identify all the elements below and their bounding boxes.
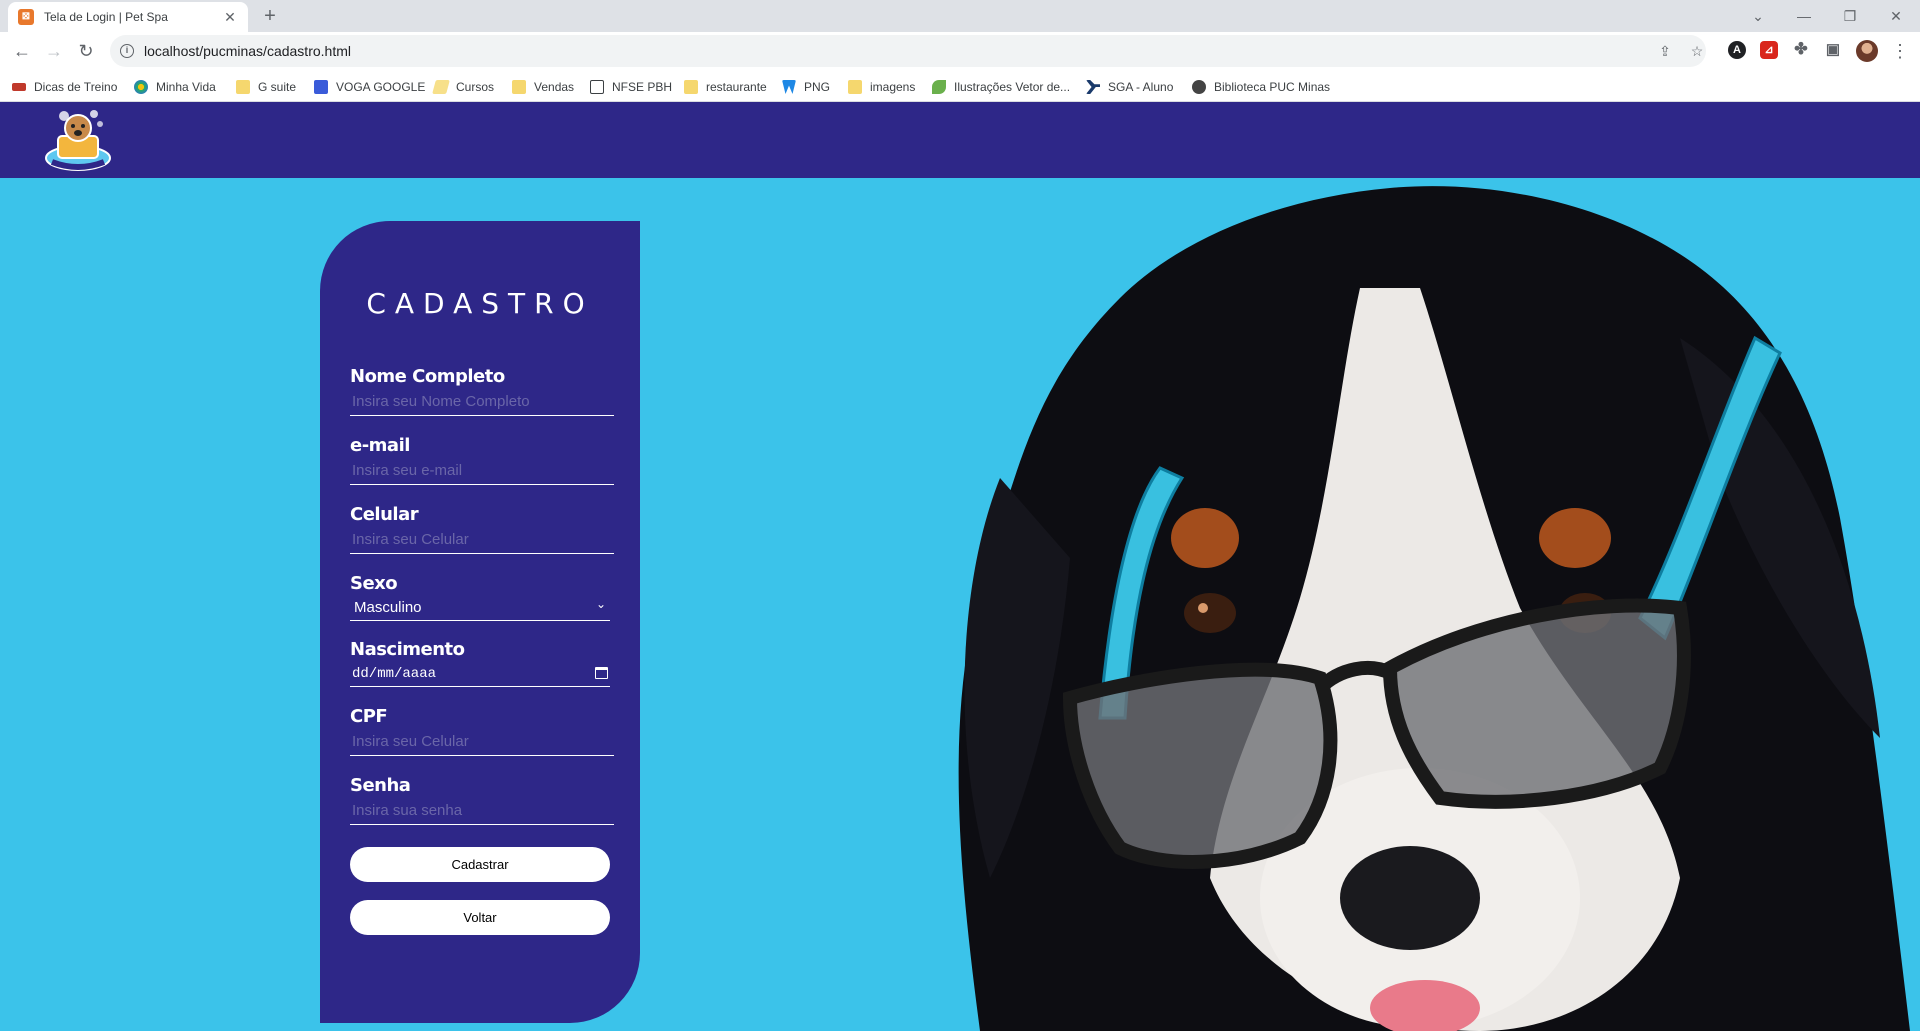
site-header [0,102,1920,178]
bookmark-item[interactable]: Biblioteca PUC Minas [1192,79,1330,95]
calendar-icon[interactable] [595,667,608,679]
tab-search-chevron-icon[interactable]: ⌄ [1746,4,1770,28]
bookmark-item[interactable]: Vendas [512,79,574,95]
bookmark-label: imagens [870,80,916,94]
bookmark-label: VOGA GOOGLE [336,80,426,94]
bookmark-item[interactable]: PNG [782,79,830,95]
xampp-favicon-icon: ⊠ [18,9,34,25]
name-label: Nome Completo [350,366,505,387]
phone-input[interactable] [350,526,614,554]
folder-icon [848,80,862,94]
tab-title: Tela de Login | Pet Spa [44,10,168,24]
red-bookmark-icon [12,83,26,91]
new-tab-icon[interactable]: + [258,4,282,28]
folder-icon [512,80,526,94]
reload-icon[interactable]: ↻ [74,39,98,63]
password-input[interactable] [350,797,614,825]
side-panel-icon[interactable]: ▣ [1824,41,1842,59]
browser-tab-bar: ⊠ Tela de Login | Pet Spa ✕ + ⌄ — ❐ ✕ [0,0,1920,32]
puzzle-extensions-icon[interactable]: ✤ [1792,41,1810,59]
bookmark-item[interactable]: Cursos [432,79,495,95]
form-title: CADASTRO [366,287,594,320]
close-tab-icon[interactable]: ✕ [222,9,238,26]
address-bar[interactable]: i localhost/pucminas/cadastro.html ⇪ ☆ [110,35,1706,67]
cpf-label: CPF [350,706,388,727]
profile-avatar[interactable] [1856,40,1878,62]
cpf-input[interactable] [350,728,614,756]
bookmark-label: PNG [804,80,831,94]
forward-arrow-icon[interactable]: → [42,39,66,63]
bookmark-item[interactable]: Ilustrações Vetor de... [932,79,1070,95]
bookmark-label: Ilustrações Vetor de... [954,80,1071,94]
folder-icon [236,80,250,94]
restore-icon[interactable]: ❐ [1838,4,1862,28]
bookmark-label: Minha Vida [156,80,216,94]
register-button[interactable]: Cadastrar [350,847,610,882]
menu-kebab-icon[interactable]: ⋮ [1888,39,1912,63]
bookmark-label: SGA - Aluno [1108,80,1174,94]
email-label: e-mail [350,435,410,456]
open-folder-icon [432,80,450,94]
minimize-icon[interactable]: — [1792,4,1816,28]
sex-select-value: Masculino [354,599,422,616]
bookmarks-bar: Dicas de Treino Minha Vida G suite VOGA … [0,70,1920,102]
bookmark-item[interactable]: Minha Vida [134,79,216,95]
blue-page-icon [314,80,328,94]
bookmark-label: Biblioteca PUC Minas [1214,80,1331,94]
hero-background [0,178,1920,1031]
close-window-icon[interactable]: ✕ [1884,4,1908,28]
chevron-down-icon: ⌄ [595,597,606,611]
bookmark-item[interactable]: G suite [236,79,296,95]
globe-icon [1192,80,1206,94]
url-text: localhost/pucminas/cadastro.html [144,43,351,59]
pet-spa-logo[interactable] [42,106,114,174]
bookmark-item[interactable]: Dicas de Treino [12,79,117,95]
leaf-icon [932,80,946,94]
bookmark-label: NFSE PBH [612,80,673,94]
sex-select[interactable]: Masculino ⌄ [350,595,610,621]
share-icon[interactable]: ⇪ [1656,42,1674,60]
browser-tab[interactable]: ⊠ Tela de Login | Pet Spa ✕ [8,2,248,32]
bookmark-label: Vendas [534,80,575,94]
folder-icon [684,80,698,94]
pdf-extension-icon[interactable]: ⊿ [1760,41,1778,59]
document-icon [590,80,604,94]
dog-with-glasses-image [958,186,1910,1031]
bookmark-item[interactable]: restaurante [684,79,767,95]
back-button[interactable]: Voltar [350,900,610,935]
a-extension-icon[interactable]: A [1728,41,1746,59]
registration-form: CADASTRO Nome Completo e-mail Celular Se… [320,221,640,1023]
bookmark-label: restaurante [706,80,767,94]
back-arrow-icon[interactable]: ← [10,39,34,63]
flower-icon [134,80,148,94]
bookmark-label: G suite [258,80,297,94]
email-input[interactable] [350,457,614,485]
bookmark-label: Cursos [456,80,495,94]
branch-icon [1086,80,1100,94]
password-label: Senha [350,775,411,796]
star-bookmark-icon[interactable]: ☆ [1688,42,1706,60]
bookmark-label: Dicas de Treino [34,80,118,94]
birthdate-input[interactable]: dd/mm/aaaa [350,661,610,687]
w-logo-icon [782,80,796,94]
bookmark-item[interactable]: imagens [848,79,915,95]
birthdate-label: Nascimento [350,639,465,660]
browser-toolbar: ← → ↻ i localhost/pucminas/cadastro.html… [0,32,1920,70]
name-input[interactable] [350,388,614,416]
birthdate-value: dd/mm/aaaa [352,665,437,682]
bookmark-item[interactable]: VOGA GOOGLE [314,79,425,95]
phone-label: Celular [350,504,419,525]
sex-label: Sexo [350,573,398,594]
bookmark-item[interactable]: NFSE PBH [590,79,672,95]
site-info-icon[interactable]: i [120,44,134,58]
bookmark-item[interactable]: SGA - Aluno [1086,79,1173,95]
